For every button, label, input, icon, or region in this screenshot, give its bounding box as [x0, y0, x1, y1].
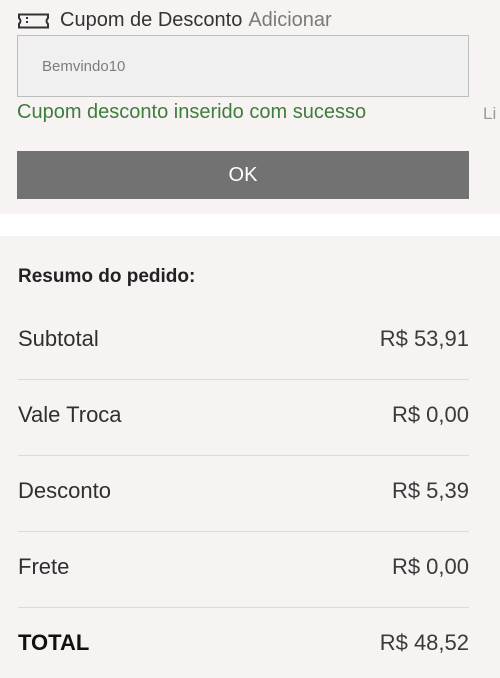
summary-label: Desconto: [18, 478, 111, 503]
coupon-title: Cupom de Desconto: [60, 8, 243, 31]
ticket-icon: [17, 12, 50, 29]
summary-divider: [18, 379, 469, 380]
coupon-code-input[interactable]: [17, 35, 469, 97]
summary-value: R$ 0,00: [391, 554, 469, 579]
summary-total-label: TOTAL: [18, 630, 90, 655]
coupon-success-message: Cupom desconto inserido com sucesso: [17, 101, 367, 123]
summary-row-total: TOTAL R$ 48,52: [18, 630, 469, 656]
summary-row-vale-troca: Vale Troca R$ 0,00: [18, 402, 469, 428]
summary-divider: [18, 455, 469, 456]
summary-value: R$ 5,39: [391, 478, 469, 503]
order-summary: Resumo do pedido: Subtotal R$ 53,91 Vale…: [0, 236, 500, 678]
summary-total-value: R$ 48,52: [379, 630, 469, 655]
summary-divider: [18, 531, 469, 532]
coupon-header: Cupom de Desconto Adicionar: [17, 6, 332, 34]
summary-value: R$ 0,00: [391, 402, 469, 427]
summary-label: Vale Troca: [18, 402, 122, 427]
summary-row-subtotal: Subtotal R$ 53,91: [18, 326, 469, 352]
coupon-section: Cupom de Desconto Adicionar Cupom descon…: [0, 0, 500, 214]
summary-row-frete: Frete R$ 0,00: [18, 554, 469, 580]
summary-label: Frete: [18, 554, 70, 579]
coupon-add-link[interactable]: Adicionar: [248, 9, 331, 32]
ok-button[interactable]: OK: [17, 151, 469, 199]
summary-row-desconto: Desconto R$ 5,39: [18, 478, 469, 504]
summary-value: R$ 53,91: [379, 326, 469, 351]
coupon-side-link[interactable]: Li: [483, 104, 496, 124]
summary-heading: Resumo do pedido:: [18, 266, 196, 287]
summary-label: Subtotal: [18, 326, 99, 351]
summary-divider: [18, 607, 469, 608]
